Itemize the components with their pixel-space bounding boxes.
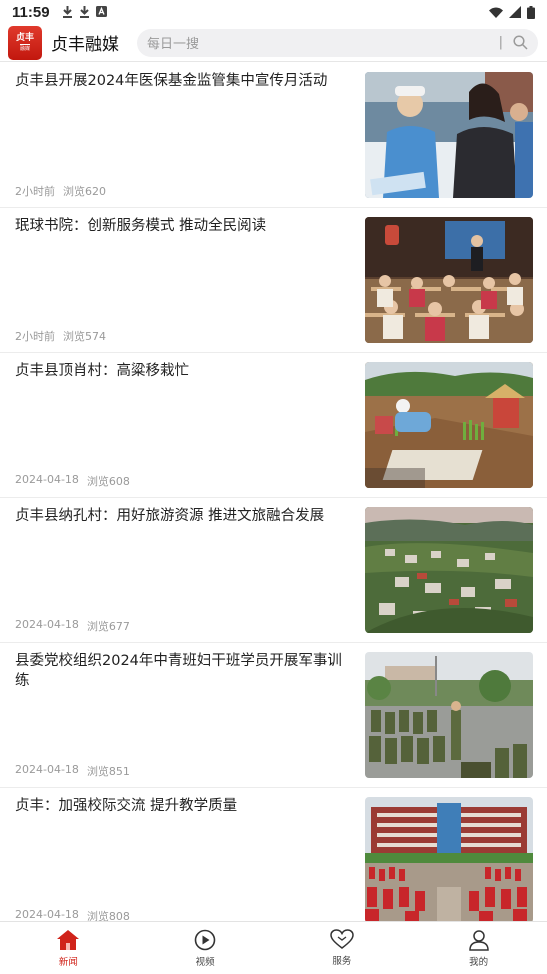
download-icon	[62, 6, 72, 18]
search-placeholder: 每日一搜	[147, 37, 200, 52]
news-meta: 2小时前 浏览574	[15, 328, 106, 344]
wifi-icon	[489, 7, 503, 18]
news-time: 2024-04-18	[15, 618, 79, 631]
news-thumbnail	[365, 652, 533, 778]
news-thumbnail	[365, 507, 533, 633]
news-thumbnail	[365, 797, 533, 923]
search-icon[interactable]	[513, 35, 528, 50]
news-item[interactable]: 贞丰：加强校际交流 提升教学质量 2024-04-18 浏览808	[0, 788, 547, 933]
nav-news[interactable]: 新闻	[0, 922, 137, 974]
heart-icon	[330, 929, 354, 949]
nav-label: 服务	[332, 956, 352, 967]
news-time: 2024-04-18	[15, 763, 79, 776]
news-views: 浏览620	[63, 185, 106, 198]
news-title: 贞丰县顶肖村：高粱移栽忙	[15, 363, 189, 379]
search-divider: |	[498, 35, 503, 50]
news-meta: 2024-04-18 浏览677	[15, 618, 130, 634]
nav-label: 视频	[195, 956, 215, 968]
notification-icons	[62, 6, 107, 18]
news-views: 浏览851	[86, 765, 130, 778]
news-time: 2小时前	[15, 185, 55, 198]
app-header: 贞丰 融媒 贞丰融媒 每日一搜 |	[0, 24, 547, 62]
download-icon	[79, 6, 89, 18]
news-meta: 2小时前 浏览620	[15, 183, 106, 199]
news-views: 浏览574	[63, 330, 106, 343]
app-notification-icon	[95, 6, 107, 17]
news-thumbnail	[365, 362, 533, 488]
bottom-nav: 新闻 视频 服务 我的	[0, 921, 547, 974]
news-title: 贞丰县开展2024年医保基金监管集中宣传月活动	[15, 73, 328, 89]
nav-label: 我的	[469, 956, 489, 968]
battery-icon	[527, 5, 535, 19]
user-icon	[468, 929, 489, 951]
nav-label: 新闻	[58, 956, 78, 968]
news-time: 2小时前	[15, 330, 55, 343]
news-views: 浏览677	[86, 620, 130, 633]
nav-service[interactable]: 服务	[274, 922, 411, 974]
nav-video[interactable]: 视频	[137, 922, 274, 974]
news-item[interactable]: 县委党校组织2024年中青班妇干班学员开展军事训练 2024-04-18 浏览8…	[0, 643, 547, 788]
nav-profile[interactable]: 我的	[410, 922, 547, 974]
news-title: 珉球书院：创新服务模式 推动全民阅读	[15, 218, 267, 234]
signal-icon	[509, 6, 521, 18]
news-item[interactable]: 贞丰县顶肖村：高粱移栽忙 2024-04-18 浏览608	[0, 353, 547, 498]
news-views: 浏览608	[86, 475, 130, 488]
news-title: 贞丰：加强校际交流 提升教学质量	[15, 798, 238, 814]
news-item[interactable]: 贞丰县纳孔村：用好旅游资源 推进文旅融合发展 2024-04-18 浏览677	[0, 498, 547, 643]
news-time: 2024-04-18	[15, 473, 79, 486]
status-time: 11:59	[12, 3, 50, 21]
search-input[interactable]: 每日一搜 |	[137, 28, 538, 57]
home-icon	[57, 929, 80, 950]
news-feed: 贞丰县开展2024年医保基金监管集中宣传月活动 2小时前 浏览620 珉球书院：…	[0, 63, 547, 933]
play-icon	[194, 929, 216, 950]
news-thumbnail	[365, 217, 533, 343]
logo-text: 贞丰	[15, 33, 34, 43]
news-item[interactable]: 贞丰县开展2024年医保基金监管集中宣传月活动 2小时前 浏览620	[0, 63, 547, 208]
app-logo[interactable]: 贞丰 融媒	[8, 25, 42, 60]
logo-subtext: 融媒	[19, 44, 30, 52]
app-title: 贞丰融媒	[51, 35, 119, 55]
news-meta: 2024-04-18 浏览608	[15, 473, 130, 489]
news-title: 贞丰县纳孔村：用好旅游资源 推进文旅融合发展	[15, 508, 325, 524]
news-title: 县委党校组织2024年中青班妇干班学员开展军事训练	[15, 653, 342, 689]
news-meta: 2024-04-18 浏览851	[15, 763, 130, 779]
news-item[interactable]: 珉球书院：创新服务模式 推动全民阅读 2小时前 浏览574	[0, 208, 547, 353]
news-thumbnail	[365, 72, 533, 198]
status-bar: 11:59	[0, 0, 547, 24]
